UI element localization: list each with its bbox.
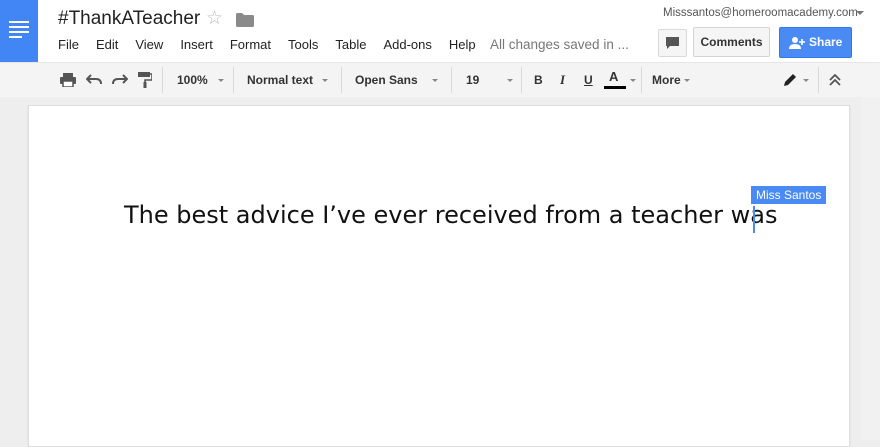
toolbar-divider: [233, 67, 234, 93]
edit-mode-chevron-down-icon[interactable]: [803, 79, 809, 82]
bold-button[interactable]: B: [534, 63, 543, 97]
size-chevron-down-icon[interactable]: [507, 79, 513, 82]
share-label: Share: [809, 35, 843, 49]
menu-edit[interactable]: Edit: [96, 37, 118, 52]
collapse-toolbar-icon[interactable]: [829, 74, 841, 86]
text-color-chevron-down-icon[interactable]: [630, 79, 636, 82]
share-button[interactable]: Share: [779, 27, 852, 58]
menu-add-ons[interactable]: Add-ons: [383, 37, 431, 52]
font-size-select[interactable]: 19: [466, 63, 479, 97]
toolbar-divider: [521, 67, 522, 93]
document-page[interactable]: The best advice I’ve ever received from …: [28, 105, 850, 447]
zoom-select[interactable]: 100%: [177, 63, 208, 97]
comment-history-button[interactable]: [658, 29, 687, 57]
menu-bar: File Edit View Insert Format Tools Table…: [58, 37, 493, 52]
toolbar-divider: [341, 67, 342, 93]
menu-format[interactable]: Format: [230, 37, 271, 52]
document-body-text[interactable]: The best advice I’ve ever received from …: [124, 201, 778, 229]
toolbar-divider: [162, 67, 163, 93]
zoom-chevron-down-icon[interactable]: [218, 79, 224, 82]
menu-view[interactable]: View: [135, 37, 163, 52]
paint-format-icon[interactable]: [138, 72, 152, 88]
document-title[interactable]: #ThankATeacher: [58, 8, 200, 30]
account-dropdown-icon[interactable]: [856, 11, 864, 15]
menu-insert[interactable]: Insert: [180, 37, 213, 52]
collaborator-cursor-label: Miss Santos: [751, 186, 827, 204]
formatting-toolbar: 100% Normal text Open Sans 19 B I U A Mo…: [0, 62, 880, 98]
underline-button[interactable]: U: [584, 63, 593, 97]
style-chevron-down-icon[interactable]: [322, 79, 328, 82]
share-person-icon: [789, 37, 805, 49]
toolbar-divider: [818, 67, 819, 93]
undo-icon[interactable]: [86, 74, 102, 86]
toolbar-divider: [641, 67, 642, 93]
print-icon[interactable]: [60, 73, 76, 87]
account-email[interactable]: Misssantos@homeroomacademy.com: [663, 7, 858, 19]
comments-button[interactable]: Comments: [693, 27, 770, 57]
star-icon[interactable]: ☆: [206, 8, 223, 30]
comment-icon: [666, 37, 679, 49]
text-color-swatch: [604, 86, 626, 89]
more-chevron-down-icon[interactable]: [684, 79, 690, 82]
toolbar-divider: [451, 67, 452, 93]
menu-help[interactable]: Help: [449, 37, 476, 52]
more-button[interactable]: More: [652, 63, 681, 97]
edit-mode-pencil-icon[interactable]: [783, 73, 797, 87]
docs-logo-icon[interactable]: [0, 0, 38, 62]
collaborator-cursor: [753, 206, 755, 233]
save-status[interactable]: All changes saved in ...: [490, 37, 629, 52]
top-bar: #ThankATeacher ☆ File Edit View Insert F…: [0, 0, 880, 62]
document-canvas: The best advice I’ve ever received from …: [0, 97, 880, 447]
folder-icon[interactable]: [236, 13, 254, 27]
redo-icon[interactable]: [112, 74, 128, 86]
vertical-scrollbar[interactable]: [862, 97, 880, 440]
font-select[interactable]: Open Sans: [355, 63, 418, 97]
menu-file[interactable]: File: [58, 37, 79, 52]
paragraph-style-select[interactable]: Normal text: [247, 63, 313, 97]
menu-table[interactable]: Table: [335, 37, 366, 52]
menu-tools[interactable]: Tools: [288, 37, 318, 52]
italic-button[interactable]: I: [560, 63, 565, 97]
font-chevron-down-icon[interactable]: [432, 79, 438, 82]
